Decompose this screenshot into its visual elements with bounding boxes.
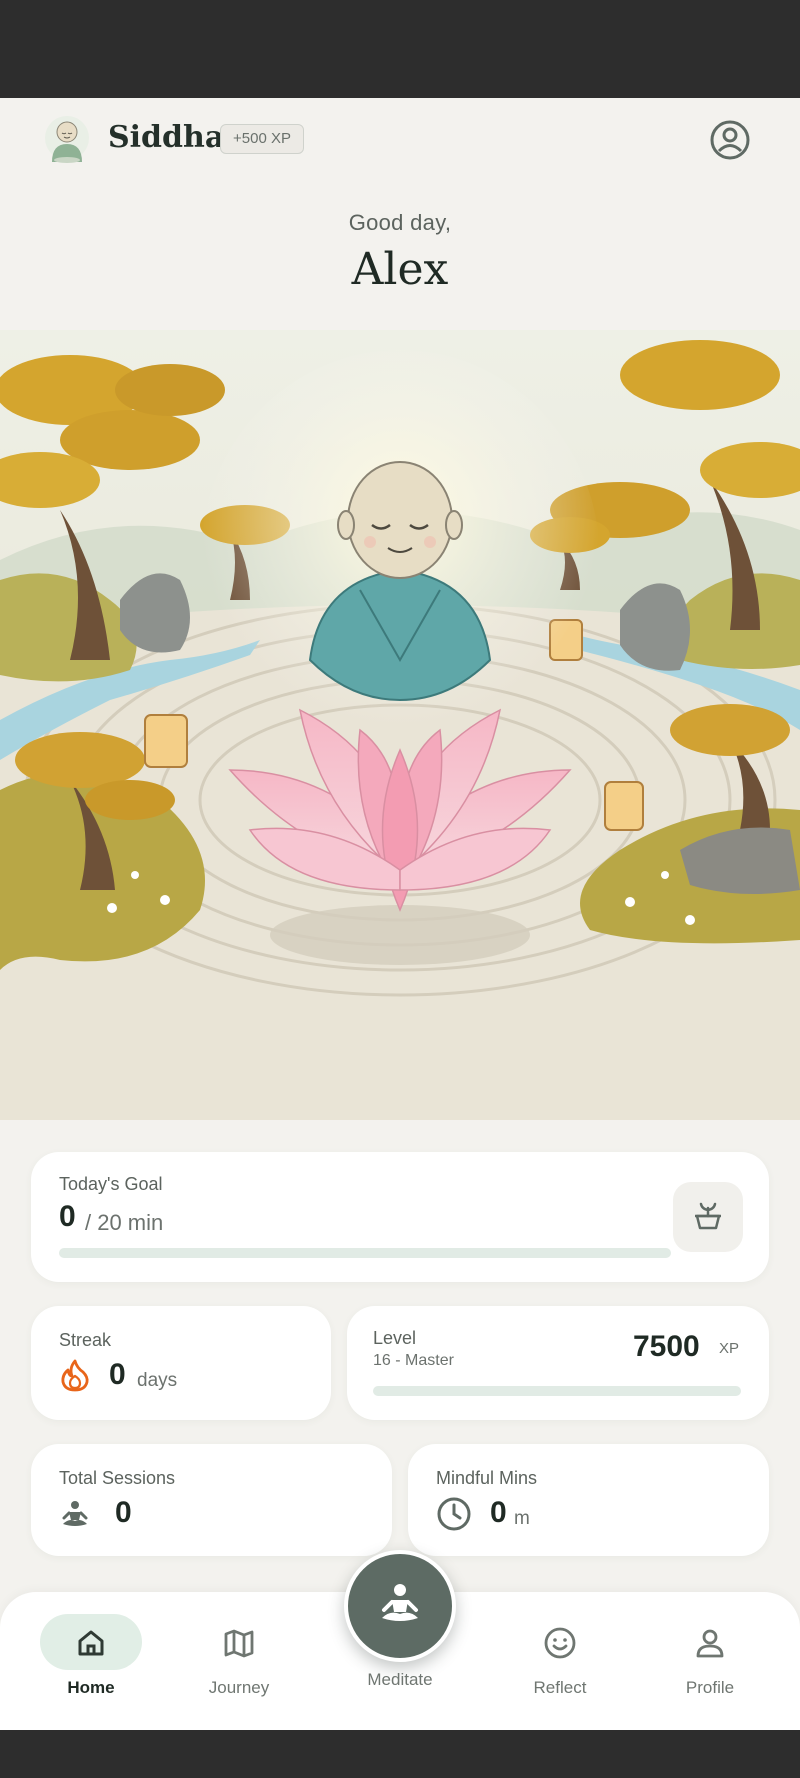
status-bar — [0, 0, 800, 98]
meditation-pose-icon — [382, 1584, 418, 1621]
mindful-label: Mindful Mins — [436, 1468, 538, 1488]
level-progress-bar — [373, 1386, 741, 1396]
nav-meditate-label: Meditate — [367, 1670, 433, 1689]
flame-icon — [59, 1358, 91, 1392]
level-xp-value: 7500 — [633, 1330, 700, 1363]
user-name: Alex — [351, 244, 449, 295]
mindful-value: 0 — [490, 1496, 507, 1529]
total-sessions-card[interactable]: Total Sessions 0 — [31, 1444, 392, 1556]
nav-home[interactable]: Home — [40, 1614, 150, 1714]
xp-badge: +500 XP — [220, 124, 304, 154]
smile-icon — [543, 1626, 577, 1660]
plant-pot-icon[interactable] — [673, 1182, 743, 1252]
goal-progress-bar — [59, 1248, 671, 1258]
meditate-button[interactable] — [344, 1550, 456, 1662]
nav-profile[interactable]: Profile — [655, 1614, 765, 1714]
nav-reflect[interactable]: Reflect — [505, 1614, 615, 1714]
greeting-text: Good day, — [348, 210, 452, 235]
goal-label: Today's Goal — [59, 1174, 163, 1194]
level-card[interactable]: Level 16 - Master 7500 XP — [347, 1306, 769, 1420]
streak-unit: days — [137, 1370, 178, 1391]
user-icon — [693, 1626, 727, 1660]
user-circle-icon[interactable] — [708, 118, 752, 162]
app-brand-title: Siddha — [108, 120, 225, 155]
app-header: Siddha +500 XP — [0, 98, 800, 182]
goal-target: / 20 min — [85, 1210, 164, 1235]
nav-home-label: Home — [67, 1678, 115, 1697]
monk-avatar-icon[interactable] — [44, 114, 90, 164]
home-icon — [74, 1626, 108, 1660]
system-nav-bar — [0, 1730, 800, 1778]
map-icon — [222, 1626, 256, 1660]
todays-goal-card[interactable]: Today's Goal 0 / 20 min — [31, 1152, 769, 1282]
level-sub: 16 - Master — [373, 1352, 454, 1369]
clock-icon — [436, 1496, 472, 1532]
goal-value: 0 — [59, 1200, 76, 1233]
nav-profile-label: Profile — [685, 1678, 735, 1697]
mindful-mins-card[interactable]: Mindful Mins 0 m — [408, 1444, 769, 1556]
sessions-label: Total Sessions — [59, 1468, 176, 1488]
meditating-monk-on-lotus-illustration — [0, 330, 800, 1120]
app-screen: Siddha +500 XP Good day, Alex Today's Go… — [0, 98, 800, 1730]
meditation-pose-icon — [59, 1498, 91, 1530]
level-xp-unit: XP — [719, 1340, 740, 1357]
nav-journey[interactable]: Journey — [184, 1614, 294, 1714]
streak-label: Streak — [59, 1330, 112, 1350]
streak-card[interactable]: Streak 0 days — [31, 1306, 331, 1420]
sessions-value: 0 — [115, 1496, 132, 1529]
mindful-unit: m — [514, 1508, 530, 1529]
streak-value: 0 — [109, 1358, 126, 1391]
level-label: Level — [373, 1328, 417, 1348]
nav-reflect-label: Reflect — [533, 1678, 587, 1697]
nav-journey-label: Journey — [208, 1678, 270, 1697]
